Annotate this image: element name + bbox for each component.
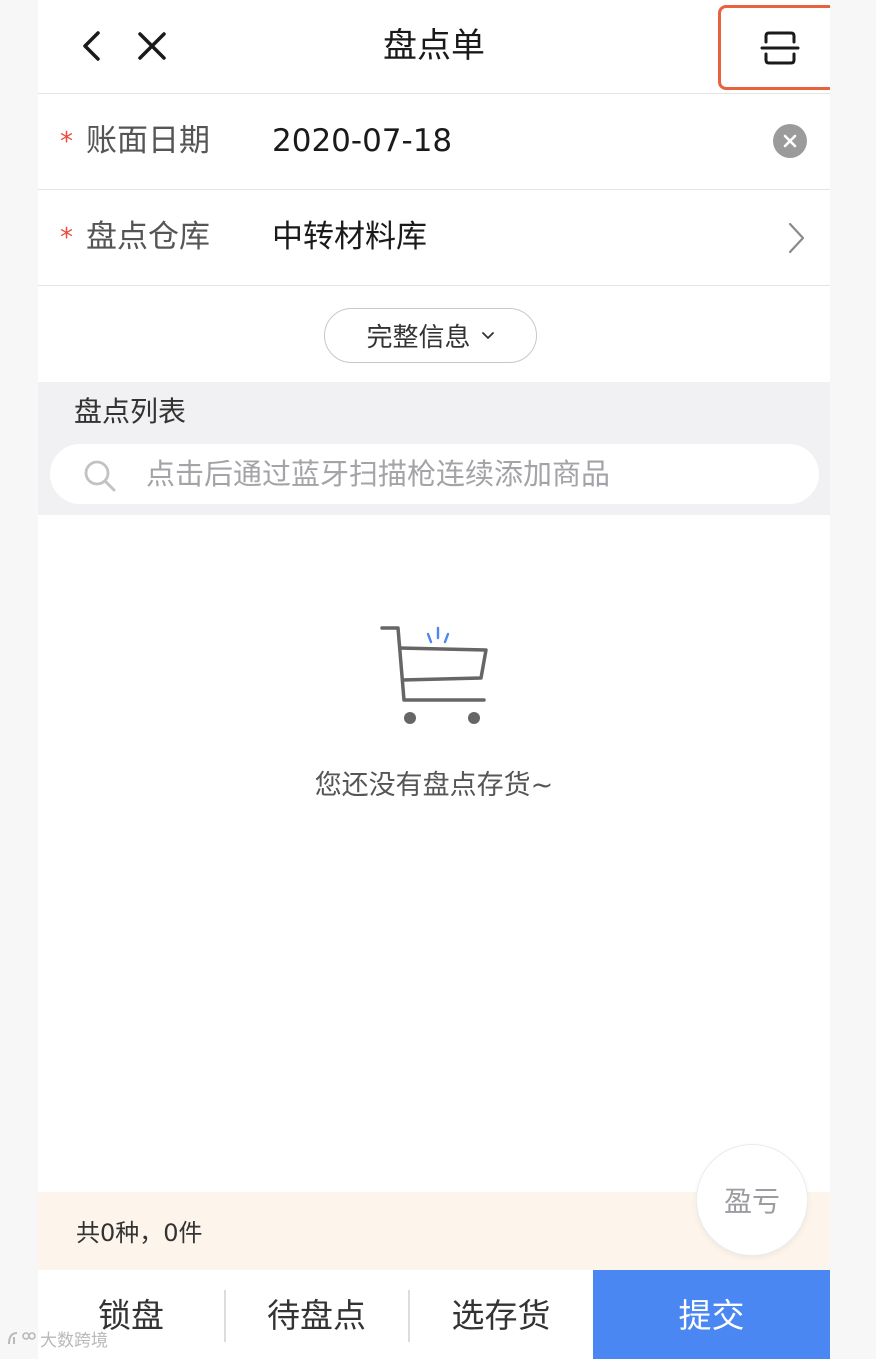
required-mark: * (60, 223, 73, 253)
app-screen: 盘点单 * 账面日期 2020-07-18 * 盘点仓库 中转材料库 完整信息 … (38, 0, 830, 1359)
back-button[interactable] (74, 22, 108, 70)
submit-button[interactable]: 提交 (593, 1270, 830, 1359)
close-icon (783, 134, 797, 148)
empty-state-text: 您还没有盘点存货~ (314, 770, 554, 801)
date-label: 账面日期 (86, 123, 210, 159)
bottom-action-bar: 锁盘 待盘点 选存货 提交 (38, 1270, 830, 1359)
search-placeholder: 点击后通过蓝牙扫描枪连续添加商品 (146, 457, 611, 491)
scan-icon (760, 31, 800, 64)
nav-header: 盘点单 (38, 0, 830, 94)
required-mark: * (60, 127, 73, 157)
scan-button[interactable] (718, 5, 830, 90)
close-icon (138, 32, 166, 60)
watermark-logo-icon (8, 1331, 36, 1344)
warehouse-field-row[interactable]: * 盘点仓库 中转材料库 (38, 190, 830, 286)
warehouse-label: 盘点仓库 (86, 219, 210, 255)
clear-icon[interactable] (773, 124, 807, 158)
pending-button[interactable]: 待盘点 (224, 1270, 409, 1359)
chevron-down-icon (481, 331, 494, 339)
more-info-label: 完整信息 (366, 323, 471, 353)
watermark-text: 大数跨境 (40, 1331, 108, 1351)
more-info-button[interactable]: 完整信息 (324, 308, 537, 363)
search-icon (84, 460, 116, 492)
date-value[interactable]: 2020-07-18 (272, 94, 452, 188)
close-button[interactable] (132, 22, 172, 70)
date-field-row[interactable]: * 账面日期 2020-07-18 (38, 94, 830, 190)
watermark: 大数跨境 (6, 1326, 108, 1351)
chevron-right-icon (788, 222, 805, 254)
summary-text: 共0种，0件 (76, 1219, 203, 1247)
select-inventory-button[interactable]: 选存货 (409, 1270, 593, 1359)
list-title: 盘点列表 (74, 395, 187, 428)
profit-loss-button[interactable]: 盈亏 (696, 1144, 808, 1256)
inventory-list-header: 盘点列表 点击后通过蓝牙扫描枪连续添加商品 (38, 382, 830, 515)
search-input[interactable]: 点击后通过蓝牙扫描枪连续添加商品 (50, 444, 819, 504)
warehouse-value: 中转材料库 (272, 219, 427, 255)
shopping-cart-icon (380, 626, 488, 724)
chevron-left-icon (83, 31, 100, 61)
